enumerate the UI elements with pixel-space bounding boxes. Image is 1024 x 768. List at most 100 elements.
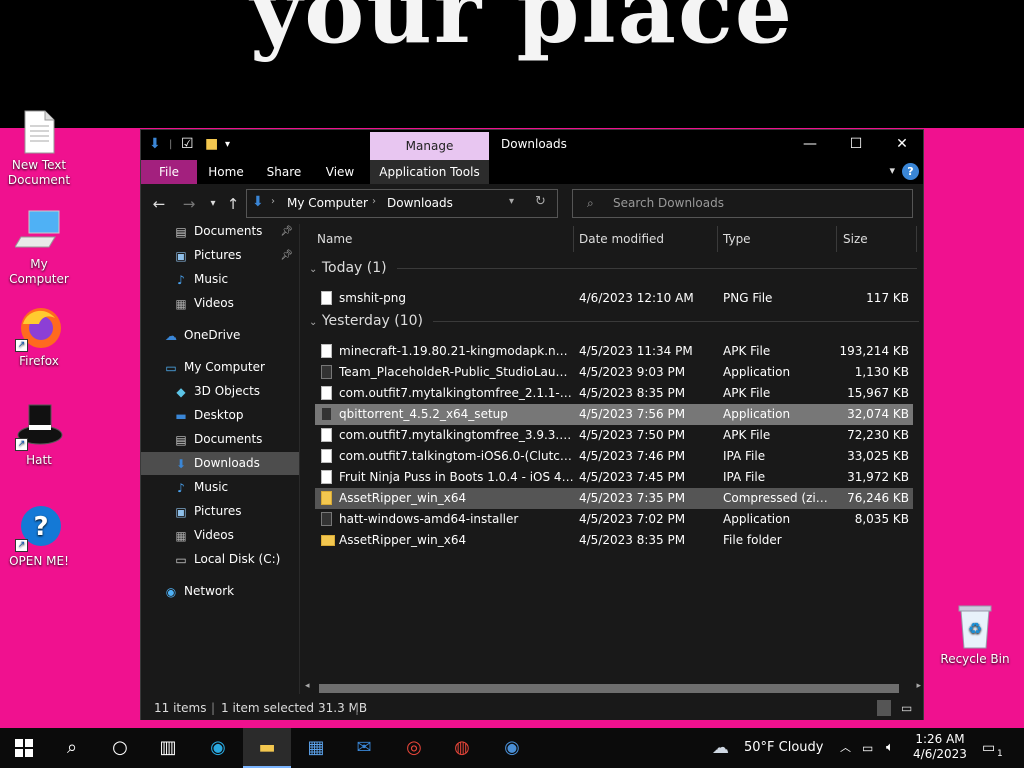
- file-name: Team_PlaceholdeR-Public_StudioLaunch...: [339, 365, 575, 379]
- qbittorrent-icon[interactable]: ◉: [488, 728, 536, 768]
- minimize-button[interactable]: —: [787, 130, 833, 160]
- network-icon[interactable]: ▭: [862, 728, 873, 768]
- nav-item-3d-objects[interactable]: ◆ 3D Objects: [141, 380, 299, 403]
- group-label: Today (1): [321, 260, 387, 276]
- store-icon[interactable]: ▦: [292, 728, 340, 768]
- desktop-icon-open-me[interactable]: ? ↗ OPEN ME!: [0, 504, 78, 569]
- customize-quick-access-icon[interactable]: ▾: [225, 139, 230, 150]
- file-row[interactable]: com.outfit7.mytalkingtomfree_2.1.1-380_.…: [315, 383, 913, 404]
- column-header-date-modified[interactable]: Date modified: [579, 224, 664, 254]
- nav-item-label: OneDrive: [184, 328, 241, 342]
- close-button[interactable]: ✕: [879, 130, 925, 160]
- nav-item-local-disk-c[interactable]: ▭ Local Disk (C:): [141, 548, 299, 571]
- search-input[interactable]: ⌕ Search Downloads: [572, 189, 913, 218]
- scrollbar-thumb[interactable]: [319, 684, 899, 693]
- tab-view[interactable]: View: [317, 160, 363, 184]
- group-header-yesterday[interactable]: ⌄ Yesterday (10): [309, 313, 919, 329]
- scroll-right-arrow-icon[interactable]: ▸: [916, 681, 921, 691]
- forward-arrow-icon[interactable]: →: [177, 192, 201, 216]
- pane-splitter[interactable]: [299, 224, 300, 694]
- breadcrumb-downloads[interactable]: Downloads: [387, 196, 453, 210]
- column-divider[interactable]: [836, 226, 837, 252]
- start-button[interactable]: [0, 728, 48, 768]
- nav-item-music[interactable]: ♪ Music: [141, 268, 299, 291]
- app-red-icon[interactable]: ◍: [438, 728, 486, 768]
- breadcrumb-my-computer[interactable]: My Computer: [287, 196, 368, 210]
- nav-item-my-computer[interactable]: ▭ My Computer: [141, 356, 299, 379]
- desktop-icon-recycle-bin[interactable]: ♻ Recycle Bin: [936, 602, 1014, 667]
- file-row[interactable]: AssetRipper_win_x64 4/5/2023 8:35 PM File …: [315, 530, 913, 551]
- tab-share[interactable]: Share: [261, 160, 307, 184]
- horizontal-scrollbar[interactable]: ◂ ▸: [301, 681, 923, 695]
- notifications-icon[interactable]: ▭: [982, 728, 995, 768]
- cortana-icon[interactable]: ○: [96, 728, 144, 768]
- tab-home[interactable]: Home: [203, 160, 249, 184]
- nav-item-network[interactable]: ◉ Network: [141, 580, 299, 603]
- file-row[interactable]: minecraft-1.19.80.21-kingmodapk.net.apk 4…: [315, 341, 913, 362]
- file-type: File folder: [723, 533, 782, 547]
- maximize-button[interactable]: ☐: [833, 130, 879, 160]
- details-view-icon[interactable]: [877, 700, 891, 716]
- breadcrumb-chevron-icon: ›: [372, 196, 376, 207]
- file-row[interactable]: Fruit Ninja Puss in Boots 1.0.4 - iOS 4.…: [315, 467, 913, 488]
- recycle-bin-icon: ♻: [951, 602, 999, 650]
- mail-icon[interactable]: ✉: [340, 728, 388, 768]
- nav-item-pictures[interactable]: ▣ Pictures 📌︎: [141, 244, 299, 267]
- group-header-today[interactable]: ⌄ Today (1): [309, 260, 917, 276]
- desktop-icon-firefox[interactable]: ↗ Firefox: [0, 304, 78, 369]
- search-icon[interactable]: ⌕: [48, 728, 96, 768]
- file-row[interactable]: com.outfit7.mytalkingtomfree_3.9.3.143-.…: [315, 425, 913, 446]
- refresh-icon[interactable]: ↻: [535, 194, 546, 209]
- file-explorer-taskbar-icon[interactable]: ▬: [243, 728, 291, 768]
- tab-file[interactable]: File: [141, 160, 197, 184]
- file-row[interactable]: hatt-windows-amd64-installer 4/5/2023 7:0…: [315, 509, 913, 530]
- column-header-type[interactable]: Type: [723, 224, 751, 254]
- nav-item-desktop[interactable]: ▬ Desktop: [141, 404, 299, 427]
- edge-icon[interactable]: ◉: [194, 728, 242, 768]
- column-header-name[interactable]: Name: [317, 224, 352, 254]
- desktop-icon-new-text-document[interactable]: New Text Document: [0, 108, 78, 188]
- nav-item-music[interactable]: ♪ Music: [141, 476, 299, 499]
- column-divider[interactable]: [717, 226, 718, 252]
- address-dropdown-icon[interactable]: ▾: [509, 196, 514, 207]
- status-divider: |: [355, 701, 360, 715]
- address-bar[interactable]: ⬇ › My Computer › Downloads ▾ ↻: [246, 189, 558, 218]
- scroll-left-arrow-icon[interactable]: ◂: [305, 681, 310, 691]
- nav-item-downloads[interactable]: ⬇ Downloads: [141, 452, 299, 475]
- title-bar: ⬇ | ☑ ■ ▾ Manage Downloads — ☐ ✕: [141, 130, 923, 160]
- file-row[interactable]: Team_PlaceholdeR-Public_StudioLaunch... 4…: [315, 362, 913, 383]
- large-icons-view-icon[interactable]: ▭: [901, 696, 912, 720]
- nav-item-documents[interactable]: ▤ Documents 📌︎: [141, 224, 299, 243]
- chrome-icon[interactable]: ◎: [390, 728, 438, 768]
- properties-icon[interactable]: ☑: [181, 136, 194, 152]
- help-icon[interactable]: ?: [902, 163, 919, 180]
- up-arrow-icon[interactable]: ↑: [221, 192, 245, 216]
- nav-item-label: Documents: [194, 432, 263, 446]
- expand-ribbon-chevron-icon[interactable]: ▾: [889, 164, 895, 177]
- file-row[interactable]: smshit-png 4/6/2023 12:10 AM PNG File 117 K…: [315, 288, 913, 309]
- weather-text[interactable]: 50°F Cloudy: [744, 728, 823, 768]
- show-hidden-icons-chevron-icon[interactable]: ︿: [840, 728, 851, 768]
- column-header-size[interactable]: Size: [843, 224, 868, 254]
- task-view-icon[interactable]: ▥: [144, 728, 192, 768]
- file-row[interactable]: qbittorrent_4.5.2_x64_setup 4/5/2023 7:56…: [315, 404, 913, 425]
- file-size: 8,035 KB: [854, 512, 909, 526]
- nav-item-icon: ◆: [176, 384, 186, 399]
- column-divider[interactable]: [573, 226, 574, 252]
- file-row[interactable]: AssetRipper_win_x64 4/5/2023 7:35 PM Compr…: [315, 488, 913, 509]
- desktop-icon-my-computer[interactable]: My Computer: [0, 207, 78, 287]
- nav-item-pictures[interactable]: ▣ Pictures: [141, 500, 299, 523]
- nav-item-documents[interactable]: ▤ Documents: [141, 428, 299, 451]
- volume-icon[interactable]: 🔈︎: [886, 728, 894, 768]
- clock[interactable]: 1:26 AM 4/6/2023: [912, 732, 968, 764]
- column-divider[interactable]: [916, 226, 917, 252]
- manage-context-tab[interactable]: Manage: [370, 132, 489, 160]
- back-arrow-icon[interactable]: ←: [147, 192, 171, 216]
- new-folder-icon[interactable]: ■: [205, 136, 218, 152]
- nav-item-videos[interactable]: ▦ Videos: [141, 524, 299, 547]
- tab-application-tools[interactable]: Application Tools: [370, 160, 489, 184]
- desktop-icon-hatt[interactable]: ↗ Hatt: [0, 403, 78, 468]
- nav-item-onedrive[interactable]: ☁ OneDrive: [141, 324, 299, 347]
- nav-item-videos[interactable]: ▦ Videos: [141, 292, 299, 315]
- file-row[interactable]: com.outfit7.talkingtom-iOS6.0-(Clutch-2.…: [315, 446, 913, 467]
